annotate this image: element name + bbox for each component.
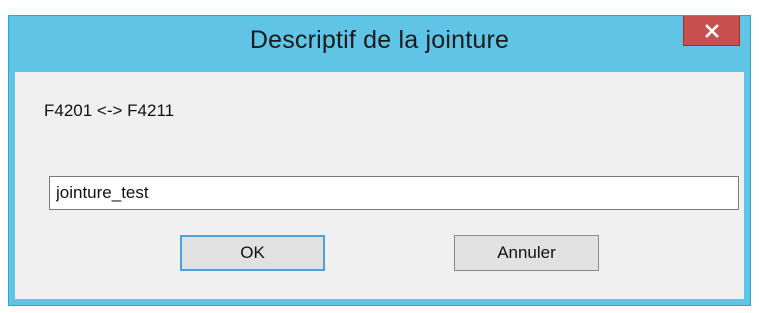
join-relation-label: F4201 <-> F4211 [44,101,175,120]
close-button[interactable] [683,16,740,46]
cancel-button[interactable]: Annuler [454,235,599,271]
dialog-content: F4201 <-> F4211 OK Annuler [15,72,744,299]
close-icon [704,23,719,38]
title-bar[interactable]: Descriptif de la jointure [9,16,750,72]
ok-button[interactable]: OK [180,235,325,271]
window-title: Descriptif de la jointure [249,26,510,54]
join-name-input[interactable] [49,176,739,210]
dialog-window: Descriptif de la jointure F4201 <-> F421… [8,15,751,306]
